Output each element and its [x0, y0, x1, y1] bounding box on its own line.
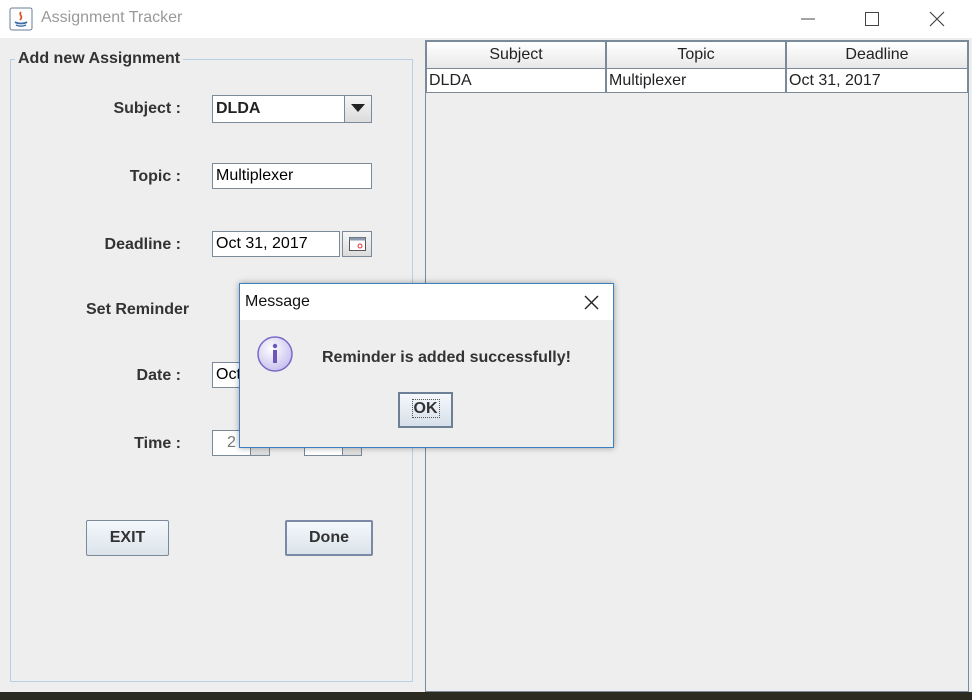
column-header-topic[interactable]: Topic	[606, 41, 786, 69]
dialog-message: Reminder is added successfully!	[322, 349, 571, 366]
table-cell-topic[interactable]: Multiplexer	[606, 69, 786, 93]
deadline-input[interactable]: Oct 31, 2017	[212, 231, 340, 257]
time-label: Time :	[134, 435, 181, 452]
info-icon	[257, 336, 293, 372]
calendar-icon	[349, 237, 366, 251]
taskbar-strip	[0, 692, 972, 700]
hour-value: 2	[227, 434, 236, 451]
subject-dropdown-button[interactable]	[344, 96, 371, 122]
dialog-titlebar: Message	[240, 284, 613, 320]
ok-button-label: OK	[411, 399, 440, 418]
table-cell-deadline[interactable]: Oct 31, 2017	[786, 69, 968, 93]
groupbox-title: Add new Assignment	[15, 50, 184, 68]
message-dialog: Message Reminder is added successfully! …	[239, 283, 614, 448]
close-window-button[interactable]	[905, 0, 969, 38]
table-cell-subject[interactable]: DLDA	[426, 69, 606, 93]
exit-button[interactable]: EXIT	[86, 520, 169, 556]
subject-label: Subject :	[113, 100, 181, 117]
set-reminder-label: Set Reminder	[86, 301, 190, 318]
deadline-calendar-button[interactable]	[342, 231, 372, 257]
java-app-icon	[9, 7, 33, 31]
column-header-subject[interactable]: Subject	[426, 41, 606, 69]
topic-label: Topic :	[129, 168, 181, 185]
subject-selected-value: DLDA	[216, 100, 261, 117]
maximize-icon	[865, 12, 879, 26]
dialog-title: Message	[245, 293, 310, 310]
subject-combobox[interactable]: DLDA	[212, 95, 372, 123]
window-titlebar: Assignment Tracker	[0, 0, 972, 38]
dialog-close-button[interactable]	[576, 288, 606, 316]
minimize-icon	[801, 18, 815, 20]
ok-button[interactable]: OK	[398, 392, 453, 428]
column-header-deadline[interactable]: Deadline	[786, 41, 968, 69]
maximize-button[interactable]	[840, 0, 904, 38]
done-button[interactable]: Done	[285, 520, 373, 556]
minimize-button[interactable]	[776, 0, 840, 38]
close-icon	[584, 295, 599, 310]
topic-input[interactable]: Multiplexer	[212, 163, 372, 189]
deadline-label: Deadline :	[104, 236, 181, 253]
window-title: Assignment Tracker	[41, 9, 183, 26]
close-icon	[929, 11, 945, 27]
chevron-down-icon	[351, 104, 365, 112]
date-label: Date :	[136, 367, 181, 384]
